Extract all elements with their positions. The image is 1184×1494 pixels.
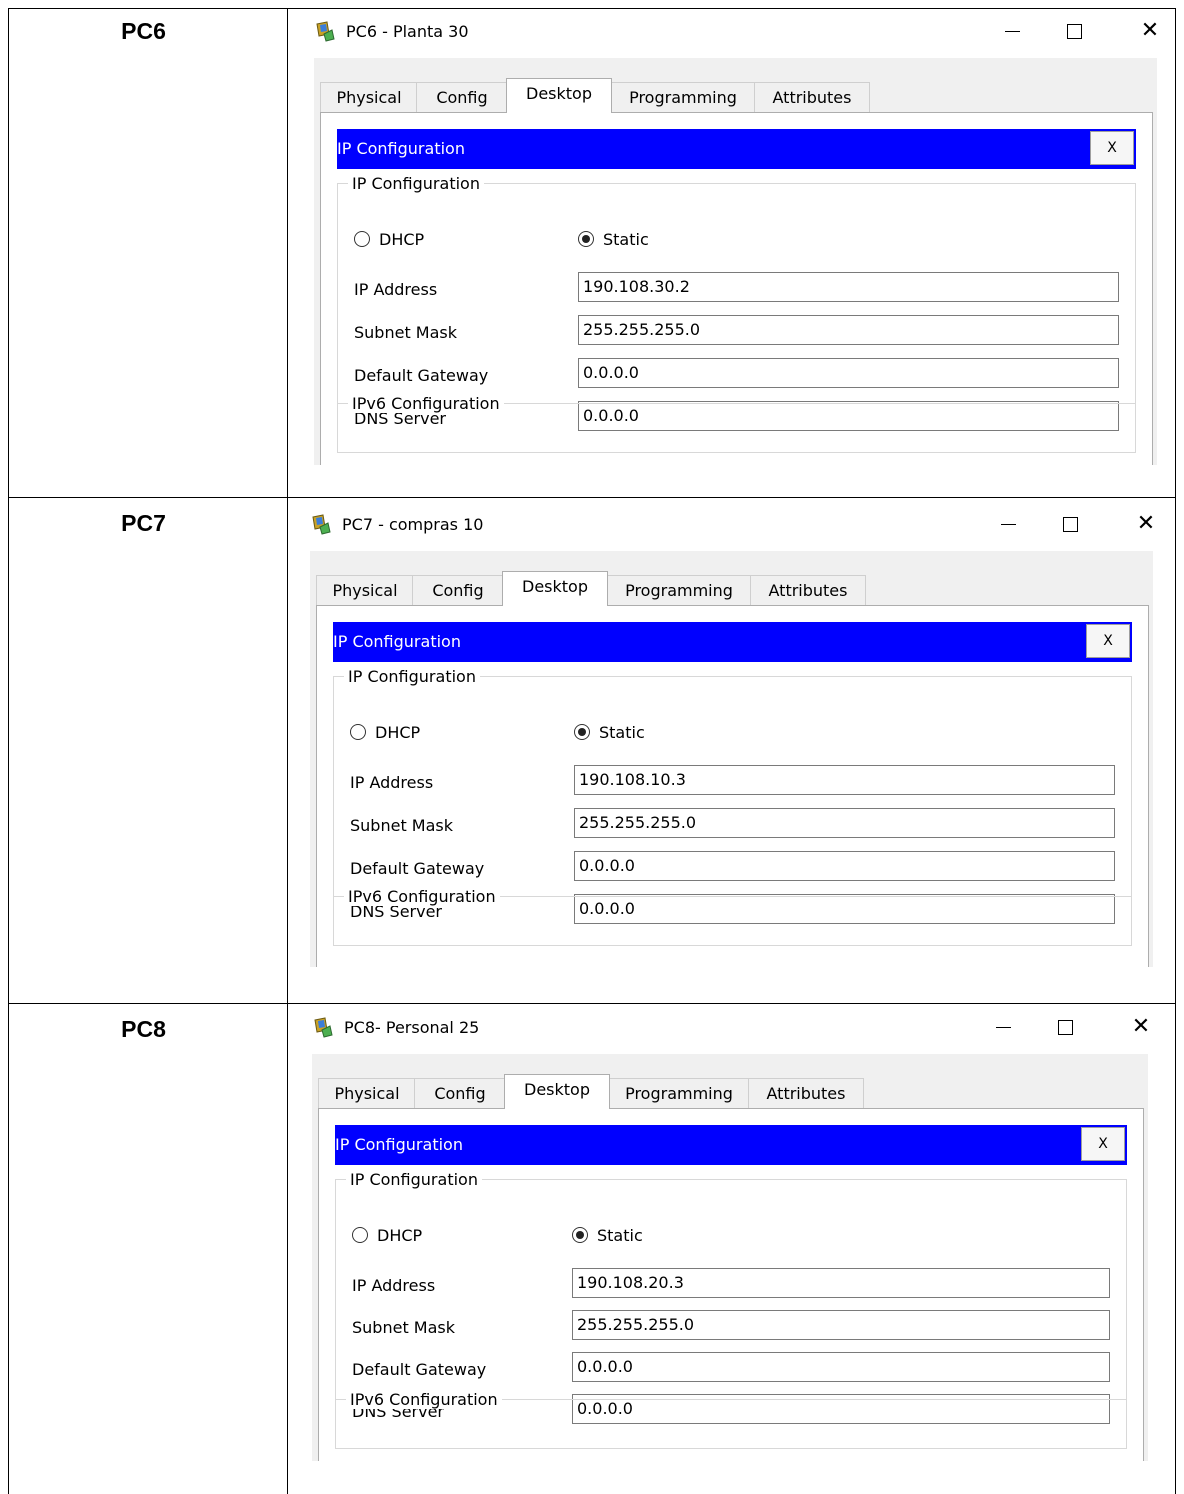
table-row-divider [8,1003,1176,1004]
group-title: IP Configuration [348,174,484,193]
subnet-mask-field[interactable]: 255.255.255.0 [578,315,1119,345]
ip-address-label: IP Address [350,773,434,792]
dhcp-label: DHCP [377,1226,423,1245]
ip-config-header-title: IP Configuration [333,632,461,651]
window-title: PC8- Personal 25 [344,1018,480,1037]
ip-config-header-title: IP Configuration [337,139,465,158]
ip-address-field[interactable]: 190.108.20.3 [572,1268,1110,1298]
group-title: IP Configuration [346,1170,482,1189]
ip-config-header: IP Configuration X [335,1125,1127,1165]
window-body: Physical Config Desktop Programming Attr… [312,1054,1148,1461]
radio-circle [354,231,370,247]
window-titlebar[interactable]: PC8- Personal 25 ✕ [298,1006,1158,1052]
pc-window: PC6 - Planta 30 ✕ Physical Config Deskto… [300,10,1167,465]
row-label: PC6 [121,18,166,44]
dhcp-label: DHCP [379,230,425,249]
tab-attributes[interactable]: Attributes [754,82,870,113]
row-label: PC8 [121,1016,166,1042]
ip-address-field[interactable]: 190.108.10.3 [574,765,1115,795]
default-gateway-field[interactable]: 0.0.0.0 [572,1352,1110,1382]
tab-physical[interactable]: Physical [316,575,414,606]
ip-address-field[interactable]: 190.108.30.2 [578,272,1119,302]
ipv6-group-title: IPv6 Configuration [344,887,500,906]
tab-config[interactable]: Config [416,82,508,113]
default-gateway-field[interactable]: 0.0.0.0 [574,851,1115,881]
window-body: Physical Config Desktop Programming Attr… [310,551,1153,967]
tab-physical[interactable]: Physical [320,82,418,113]
ipv6-config-group: IPv6 Configuration [335,1390,1127,1440]
ipv6-group-title: IPv6 Configuration [348,394,504,413]
close-icon[interactable]: ✕ [1133,16,1167,46]
maximize-icon[interactable] [1057,16,1091,46]
group-title: IP Configuration [344,667,480,686]
packet-tracer-pc-icon [314,1017,333,1038]
packet-tracer-pc-icon [316,21,335,42]
panel-close-button[interactable]: X [1090,131,1134,165]
tab-attributes[interactable]: Attributes [750,575,866,606]
desktop-panel: IP Configuration X IP Configuration DHCP… [316,605,1149,967]
window-body: Physical Config Desktop Programming Attr… [314,58,1157,465]
window-title: PC6 - Planta 30 [346,22,469,41]
default-gateway-label: Default Gateway [352,1360,487,1379]
ipv6-config-group: IPv6 Configuration [337,394,1136,444]
tab-programming[interactable]: Programming [610,82,756,113]
tab-attributes[interactable]: Attributes [748,1078,864,1109]
tab-desktop[interactable]: Desktop [502,571,608,606]
radio-circle [352,1227,368,1243]
minimize-icon[interactable] [991,509,1025,539]
tab-desktop[interactable]: Desktop [504,1074,610,1109]
packet-tracer-pc-icon [312,514,331,535]
ipv6-group-title: IPv6 Configuration [346,1390,502,1409]
window-titlebar[interactable]: PC6 - Planta 30 ✕ [300,10,1167,56]
static-label: Static [597,1226,643,1245]
subnet-mask-field[interactable]: 255.255.255.0 [572,1310,1110,1340]
window-title: PC7 - compras 10 [342,515,484,534]
close-icon[interactable]: ✕ [1129,509,1163,539]
minimize-icon[interactable] [995,16,1029,46]
table-border-right [1175,8,1176,1494]
pc-window: PC7 - compras 10 ✕ Physical Config Deskt… [296,503,1163,967]
ip-config-header-title: IP Configuration [335,1135,463,1154]
close-icon[interactable]: ✕ [1124,1012,1158,1042]
default-gateway-label: Default Gateway [350,859,485,878]
ip-address-label: IP Address [354,280,438,299]
tab-desktop[interactable]: Desktop [506,78,612,113]
table-border-top [8,8,1176,9]
panel-close-button[interactable]: X [1086,624,1130,658]
ip-address-label: IP Address [352,1276,436,1295]
table-row-divider [8,497,1176,498]
pc-window: PC8- Personal 25 ✕ Physical Config Deskt… [298,1006,1158,1461]
radio-circle-selected [572,1227,588,1243]
radio-circle-selected [578,231,594,247]
tab-config[interactable]: Config [414,1078,506,1109]
desktop-panel: IP Configuration X IP Configuration DHCP… [318,1108,1144,1461]
ip-config-header: IP Configuration X [337,129,1136,169]
default-gateway-label: Default Gateway [354,366,489,385]
maximize-icon[interactable] [1048,1012,1082,1042]
row-label: PC7 [121,510,166,536]
table-column-divider [287,8,288,1494]
tab-config[interactable]: Config [412,575,504,606]
ip-config-header: IP Configuration X [333,622,1132,662]
subnet-mask-label: Subnet Mask [352,1318,456,1337]
tab-programming[interactable]: Programming [606,575,752,606]
subnet-mask-field[interactable]: 255.255.255.0 [574,808,1115,838]
desktop-panel: IP Configuration X IP Configuration DHCP… [320,112,1153,465]
static-label: Static [603,230,649,249]
window-titlebar[interactable]: PC7 - compras 10 ✕ [296,503,1163,549]
default-gateway-field[interactable]: 0.0.0.0 [578,358,1119,388]
tab-physical[interactable]: Physical [318,1078,416,1109]
subnet-mask-label: Subnet Mask [354,323,458,342]
minimize-icon[interactable] [986,1012,1020,1042]
panel-close-button[interactable]: X [1081,1127,1125,1161]
dhcp-label: DHCP [375,723,421,742]
maximize-icon[interactable] [1053,509,1087,539]
radio-circle-selected [574,724,590,740]
table-border-left [8,8,9,1494]
static-label: Static [599,723,645,742]
subnet-mask-label: Subnet Mask [350,816,454,835]
ipv6-config-group: IPv6 Configuration [333,887,1132,937]
tab-programming[interactable]: Programming [608,1078,750,1109]
radio-circle [350,724,366,740]
